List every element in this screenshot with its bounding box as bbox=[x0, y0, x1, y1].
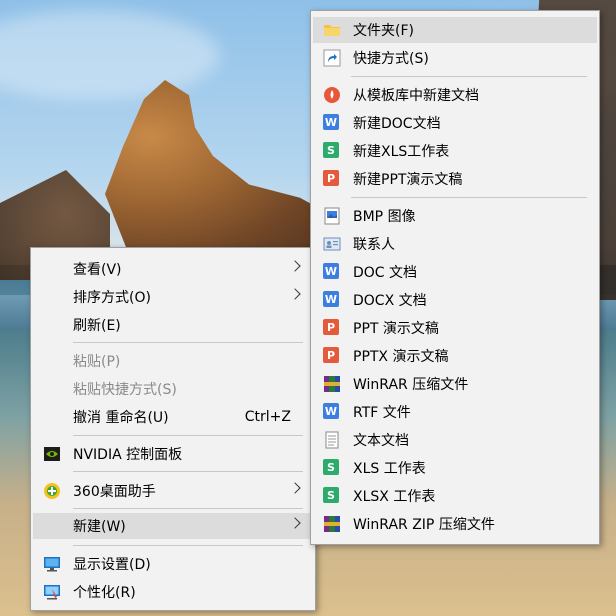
menu-item-label: 新建(W) bbox=[73, 519, 126, 535]
menu-item-paste-shortcut[interactable]: 粘贴快捷方式(S) bbox=[33, 376, 313, 402]
menu-item-label: 360桌面助手 bbox=[73, 484, 156, 500]
submenu-item-docx-document[interactable]: W DOCX 文档 bbox=[313, 287, 597, 313]
chevron-right-icon bbox=[289, 288, 301, 300]
menu-separator bbox=[73, 508, 303, 509]
menu-item-label: 新建PPT演示文稿 bbox=[353, 172, 463, 188]
menu-item-label: DOCX 文档 bbox=[353, 293, 427, 309]
wps-ppt-icon: P bbox=[323, 170, 341, 188]
360-icon bbox=[43, 482, 61, 500]
shortcut-icon bbox=[323, 49, 341, 67]
menu-item-label: WinRAR 压缩文件 bbox=[353, 377, 469, 393]
submenu-item-ppt-presentation[interactable]: P PPT 演示文稿 bbox=[313, 315, 597, 341]
submenu-item-shortcut[interactable]: 快捷方式(S) bbox=[313, 45, 597, 71]
menu-item-label: XLSX 工作表 bbox=[353, 489, 436, 505]
menu-item-label: NVIDIA 控制面板 bbox=[73, 447, 183, 463]
menu-item-new[interactable]: 新建(W) bbox=[33, 513, 313, 539]
submenu-item-new-xls[interactable]: S 新建XLS工作表 bbox=[313, 138, 597, 164]
menu-item-label: 粘贴快捷方式(S) bbox=[73, 382, 177, 398]
menu-separator bbox=[73, 471, 303, 472]
menu-item-label: XLS 工作表 bbox=[353, 461, 426, 477]
menu-item-nvidia-control-panel[interactable]: NVIDIA 控制面板 bbox=[33, 441, 313, 467]
menu-separator bbox=[73, 435, 303, 436]
menu-item-label: PPTX 演示文稿 bbox=[353, 349, 449, 365]
submenu-item-winrar-archive[interactable]: WinRAR 压缩文件 bbox=[313, 371, 597, 397]
menu-item-label: 文件夹(F) bbox=[353, 23, 414, 39]
wps-ppt-icon: P bbox=[323, 347, 341, 365]
chevron-right-icon bbox=[289, 517, 301, 529]
submenu-item-text-document[interactable]: 文本文档 bbox=[313, 427, 597, 453]
menu-item-label: 个性化(R) bbox=[73, 585, 136, 601]
menu-item-label: 从模板库中新建文档 bbox=[353, 88, 479, 104]
menu-item-sort-by[interactable]: 排序方式(O) bbox=[33, 284, 313, 310]
menu-item-display-settings[interactable]: 显示设置(D) bbox=[33, 551, 313, 577]
menu-item-label: WinRAR ZIP 压缩文件 bbox=[353, 517, 495, 533]
submenu-item-new-ppt[interactable]: P 新建PPT演示文稿 bbox=[313, 166, 597, 192]
template-icon bbox=[323, 86, 341, 104]
wps-sheet-icon: S bbox=[323, 142, 341, 160]
menu-item-label: 查看(V) bbox=[73, 262, 122, 278]
submenu-item-rtf-file[interactable]: W RTF 文件 bbox=[313, 399, 597, 425]
menu-item-label: 撤消 重命名(U) bbox=[73, 410, 169, 426]
menu-separator bbox=[73, 545, 303, 546]
menu-item-view[interactable]: 查看(V) bbox=[33, 256, 313, 282]
wps-sheet-icon: S bbox=[323, 487, 341, 505]
menu-item-personalize[interactable]: 个性化(R) bbox=[33, 579, 313, 605]
menu-separator bbox=[351, 197, 587, 198]
menu-item-360-desktop-assistant[interactable]: 360桌面助手 bbox=[33, 478, 313, 504]
menu-item-label: RTF 文件 bbox=[353, 405, 411, 421]
submenu-item-xlsx-worksheet[interactable]: S XLSX 工作表 bbox=[313, 483, 597, 509]
menu-item-label: DOC 文档 bbox=[353, 265, 418, 281]
desktop-context-menu: 查看(V) 排序方式(O) 刷新(E) 粘贴(P) 粘贴快捷方式(S) 撤消 重… bbox=[30, 247, 316, 611]
menu-item-label: 新建XLS工作表 bbox=[353, 144, 450, 160]
wps-writer-icon: W bbox=[323, 291, 339, 307]
winrar-icon bbox=[323, 515, 341, 533]
submenu-item-doc-document[interactable]: W DOC 文档 bbox=[313, 259, 597, 285]
menu-item-label: PPT 演示文稿 bbox=[353, 321, 439, 337]
menu-item-label: 新建DOC文档 bbox=[353, 116, 441, 132]
wps-ppt-icon: P bbox=[323, 319, 341, 337]
winrar-icon bbox=[323, 375, 341, 393]
wps-writer-icon: W bbox=[323, 114, 339, 130]
chevron-right-icon bbox=[289, 482, 301, 494]
display-icon bbox=[43, 555, 61, 573]
menu-item-paste[interactable]: 粘贴(P) bbox=[33, 348, 313, 374]
text-document-icon bbox=[323, 431, 341, 449]
wps-writer-icon: W bbox=[323, 263, 339, 279]
menu-separator bbox=[351, 76, 587, 77]
submenu-item-new-doc[interactable]: W 新建DOC文档 bbox=[313, 110, 597, 136]
menu-item-label: 快捷方式(S) bbox=[353, 51, 429, 67]
shortcut-label: Ctrl+Z bbox=[244, 409, 291, 425]
personalize-icon bbox=[43, 583, 61, 601]
cloud bbox=[0, 10, 220, 100]
menu-item-undo-rename[interactable]: 撤消 重命名(U) Ctrl+Z bbox=[33, 404, 313, 430]
contact-icon bbox=[323, 235, 341, 253]
submenu-item-winrar-zip[interactable]: WinRAR ZIP 压缩文件 bbox=[313, 511, 597, 537]
submenu-item-xls-worksheet[interactable]: S XLS 工作表 bbox=[313, 455, 597, 481]
chevron-right-icon bbox=[289, 260, 301, 272]
menu-item-label: 文本文档 bbox=[353, 433, 409, 449]
menu-separator bbox=[73, 342, 303, 343]
wps-sheet-icon: S bbox=[323, 459, 341, 477]
submenu-item-new-from-template[interactable]: 从模板库中新建文档 bbox=[313, 82, 597, 108]
menu-item-label: 粘贴(P) bbox=[73, 354, 121, 370]
menu-item-label: 排序方式(O) bbox=[73, 290, 151, 306]
submenu-item-pptx-presentation[interactable]: P PPTX 演示文稿 bbox=[313, 343, 597, 369]
submenu-item-contact[interactable]: 联系人 bbox=[313, 231, 597, 257]
new-submenu: 文件夹(F) 快捷方式(S) 从模板库中新建文档 W 新建DOC文档 S 新建X… bbox=[310, 10, 600, 545]
bmp-icon bbox=[323, 207, 341, 225]
nvidia-icon bbox=[43, 445, 61, 463]
folder-icon bbox=[323, 21, 341, 39]
menu-item-label: 显示设置(D) bbox=[73, 557, 151, 573]
submenu-item-bmp-image[interactable]: BMP 图像 bbox=[313, 203, 597, 229]
menu-item-label: 联系人 bbox=[353, 237, 395, 253]
wps-writer-icon: W bbox=[323, 403, 339, 419]
submenu-item-folder[interactable]: 文件夹(F) bbox=[313, 17, 597, 43]
menu-item-refresh[interactable]: 刷新(E) bbox=[33, 312, 313, 338]
menu-item-label: BMP 图像 bbox=[353, 209, 416, 225]
menu-item-label: 刷新(E) bbox=[73, 318, 121, 334]
